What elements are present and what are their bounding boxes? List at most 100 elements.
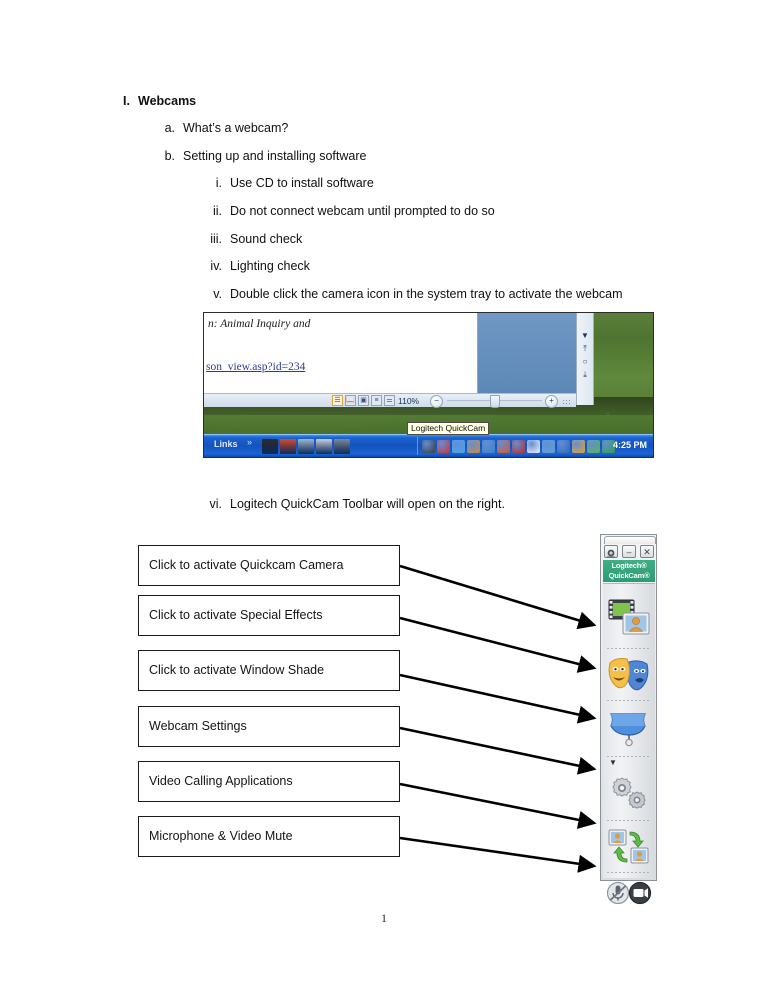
resize-grip-icon[interactable] xyxy=(562,399,570,406)
callout-box-2: Click to activate Window Shade xyxy=(138,650,400,691)
zoom-level-label: 110% xyxy=(398,396,420,406)
logitech-quickcam-brand: Logitech® QuickCam® xyxy=(603,560,655,582)
quickcam-tooltip: Logitech QuickCam xyxy=(407,422,490,435)
media-player-icon[interactable] xyxy=(280,438,296,454)
printer-tray-icon[interactable] xyxy=(467,439,480,453)
tray-divider xyxy=(417,437,418,455)
folder-icon[interactable] xyxy=(334,438,350,454)
links-toolbar-label[interactable]: Links xyxy=(214,439,238,449)
antivirus-tray-icon[interactable] xyxy=(512,439,525,453)
view-mode-buttons[interactable]: ☰ 📖 ▣ ≡ ⚌ xyxy=(332,395,395,406)
arrow-to-video-calling-button xyxy=(399,782,597,829)
quickcam-camera-button[interactable] xyxy=(603,586,655,648)
outline-item-5: iii. Sound check xyxy=(196,231,302,247)
minimize-button[interactable]: – xyxy=(622,545,636,558)
divider-4 xyxy=(607,820,651,821)
outline-text: Sound check xyxy=(230,232,303,246)
printer-icon[interactable] xyxy=(316,438,332,454)
zoom-in-button[interactable]: + xyxy=(545,395,558,408)
quickcam-title-bar: – ✕ xyxy=(603,544,655,559)
callout-box-1: Click to activate Special Effects xyxy=(138,595,400,636)
search-tray-icon[interactable] xyxy=(452,439,465,453)
divider-3 xyxy=(607,756,651,757)
panel-tab-handle[interactable] xyxy=(604,536,656,544)
update-tray-icon[interactable] xyxy=(572,439,585,453)
volume-tray-icon[interactable] xyxy=(497,439,510,453)
arrow-to-camera-button xyxy=(399,564,597,630)
previous-page-icon[interactable]: ⤒ xyxy=(580,344,590,354)
quickcam-camera-icon[interactable] xyxy=(604,545,618,558)
brand-line-1: Logitech® xyxy=(611,561,647,570)
brand-line-2: QuickCam® xyxy=(608,571,650,580)
outline-text: Webcams xyxy=(138,94,197,108)
select-browse-object-icon[interactable]: ○ xyxy=(580,357,590,367)
callout-label: Webcam Settings xyxy=(149,719,247,733)
draft-view-icon[interactable]: ⚌ xyxy=(384,395,395,406)
quickcam-tray-icon[interactable] xyxy=(422,439,435,453)
show-desktop-icon[interactable] xyxy=(262,438,278,454)
special-effects-button[interactable] xyxy=(603,650,655,700)
divider-5 xyxy=(607,872,651,873)
network-tray-icon[interactable] xyxy=(542,439,555,453)
outline-marker: ii. xyxy=(212,204,222,218)
callout-box-3: Webcam Settings xyxy=(138,706,400,747)
outline-text: What’s a webcam? xyxy=(183,121,289,135)
callout-label: Microphone & Video Mute xyxy=(149,829,293,843)
outline-item-8: vi. Logitech QuickCam Toolbar will open o… xyxy=(196,496,505,512)
outline-text: Do not connect webcam until prompted to … xyxy=(230,204,495,218)
network-alert-icon[interactable] xyxy=(557,439,570,453)
mail-tray-icon[interactable] xyxy=(482,439,495,453)
document-scrollbar[interactable]: ▼ ⤒ ○ ⤓ xyxy=(576,313,594,405)
video-calling-button[interactable] xyxy=(603,822,655,872)
zoom-slider-handle[interactable] xyxy=(490,395,500,408)
callout-box-4: Video Calling Applications xyxy=(138,761,400,802)
outline-text: Lighting check xyxy=(230,259,310,273)
page-number: 1 xyxy=(381,913,387,925)
mute-controls-button[interactable] xyxy=(603,874,655,912)
next-page-icon[interactable]: ⤓ xyxy=(580,370,590,380)
outline-text: Use CD to install software xyxy=(230,176,374,190)
web-layout-icon[interactable]: ▣ xyxy=(358,395,369,406)
document-italic-text: n: Animal Inquiry and xyxy=(208,318,311,330)
scanner-icon[interactable] xyxy=(298,438,314,454)
outline-marker: i. xyxy=(215,176,222,190)
quick-launch-bar[interactable] xyxy=(262,438,350,454)
arrow-to-mute-button xyxy=(399,836,597,873)
quickcam-toolbar-panel[interactable]: – ✕ Logitech® QuickCam® ▼ xyxy=(600,534,657,905)
callout-box-0: Click to activate Quickcam Camera xyxy=(138,545,400,586)
outline-item-7: v. Double click the camera icon in the sy… xyxy=(196,286,623,302)
callout-label: Video Calling Applications xyxy=(149,774,293,788)
taskbar-clock[interactable]: 4:25 PM xyxy=(613,440,647,450)
outline-marker: I. xyxy=(123,94,130,108)
system-tray[interactable] xyxy=(422,438,615,454)
outline-text: Setting up and installing software xyxy=(183,149,367,163)
quickcam-button-stack: ▼ xyxy=(603,583,655,905)
wireless-tray-icon[interactable] xyxy=(527,439,540,453)
document-right-pane xyxy=(478,313,576,393)
word-document-window: n: Animal Inquiry and son_view.asp?id=23… xyxy=(204,313,478,393)
callout-label: Click to activate Window Shade xyxy=(149,663,325,677)
outline-item-3: i. Use CD to install software xyxy=(196,175,374,191)
callout-label: Click to activate Quickcam Camera xyxy=(149,558,344,572)
arrow-to-special-effects-button xyxy=(399,616,597,673)
bluetooth-off-icon[interactable] xyxy=(437,439,450,453)
outline-view-icon[interactable]: ≡ xyxy=(371,395,382,406)
outline-item-0: I. Webcams xyxy=(100,93,196,109)
outline-item-4: ii. Do not connect webcam until prompted … xyxy=(196,203,495,219)
embedded-desktop-screenshot: n: Animal Inquiry and son_view.asp?id=23… xyxy=(203,312,654,458)
webcam-settings-button[interactable] xyxy=(603,768,655,820)
close-button[interactable]: ✕ xyxy=(640,545,654,558)
expand-caret-icon[interactable]: ▼ xyxy=(609,759,617,767)
outline-text: Double click the camera icon in the syst… xyxy=(230,287,623,301)
outline-marker: v. xyxy=(213,287,222,301)
scroll-down-icon[interactable]: ▼ xyxy=(580,331,590,341)
shield-tray-icon[interactable] xyxy=(587,439,600,453)
window-shade-button[interactable] xyxy=(603,702,655,754)
document-hyperlink[interactable]: son_view.asp?id=234 xyxy=(206,361,305,373)
zoom-out-button[interactable]: − xyxy=(430,395,443,408)
divider-1 xyxy=(607,648,651,649)
full-screen-reading-icon[interactable]: 📖 xyxy=(345,395,356,406)
chevron-overflow-icon[interactable]: » xyxy=(247,437,252,447)
print-layout-icon[interactable]: ☰ xyxy=(332,395,343,406)
outline-marker: b. xyxy=(164,149,175,163)
